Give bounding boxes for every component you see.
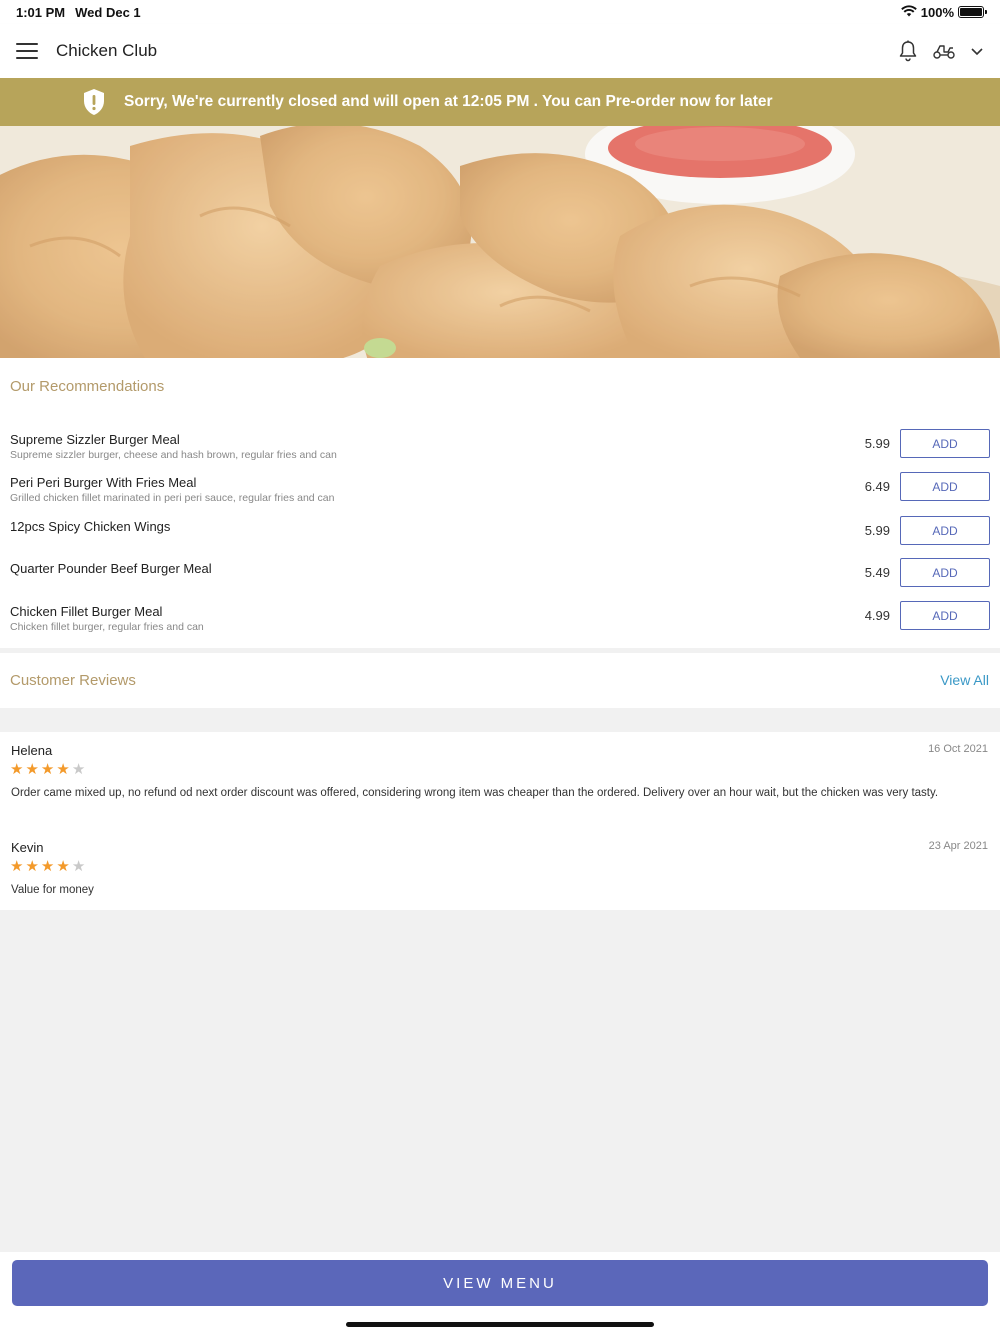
item-name: 12pcs Spicy Chicken Wings	[10, 519, 171, 534]
item-description: Chicken fillet burger, regular fries and…	[10, 621, 204, 633]
reviews-list: Helena 16 Oct 2021 ★ ★ ★ ★ ★ Order came …	[0, 732, 1000, 910]
reviewer-name: Kevin	[11, 840, 44, 855]
item-price: 5.99	[864, 523, 890, 538]
wifi-icon	[900, 4, 917, 20]
reviewer-name: Helena	[11, 743, 53, 758]
scooter-icon[interactable]	[932, 42, 956, 60]
item-name: Peri Peri Burger With Fries Meal	[10, 475, 197, 490]
app-bar: Chicken Club	[0, 24, 1000, 78]
recommendation-item: Supreme Sizzler Burger Meal Supreme sizz…	[0, 429, 1000, 471]
closed-banner: Sorry, We're currently closed and will o…	[0, 78, 1000, 126]
review-date: 23 Apr 2021	[928, 840, 988, 852]
bottom-bar: VIEW MENU	[0, 1252, 1000, 1334]
reviews-title: Customer Reviews	[10, 672, 136, 689]
battery-icon	[958, 6, 987, 18]
shield-alert-icon	[82, 88, 106, 116]
star-empty-icon: ★	[71, 858, 86, 875]
hero-image	[0, 126, 1000, 358]
recommendation-item: 12pcs Spicy Chicken Wings 5.99 ADD	[0, 516, 1000, 558]
header-actions	[898, 40, 984, 62]
item-name: Chicken Fillet Burger Meal	[10, 604, 163, 619]
bell-icon[interactable]	[898, 40, 918, 62]
home-indicator	[346, 1322, 654, 1327]
star-filled-icon: ★	[40, 858, 55, 875]
recommendations-section: Our Recommendations Supreme Sizzler Burg…	[0, 358, 1000, 648]
recommendation-item: Quarter Pounder Beef Burger Meal 5.49 AD…	[0, 558, 1000, 600]
star-filled-icon: ★	[10, 761, 24, 778]
battery-percent: 100%	[920, 4, 954, 20]
status-bar: 1:01 PM Wed Dec 1 100%	[0, 0, 1000, 24]
add-button[interactable]: ADD	[900, 516, 990, 545]
status-time: 1:01 PM	[16, 4, 66, 20]
item-price: 5.49	[864, 565, 890, 580]
recommendation-item: Peri Peri Burger With Fries Meal Grilled…	[0, 472, 1000, 514]
review-text: Order came mixed up, no refund od next o…	[11, 787, 939, 799]
closed-banner-text: Sorry, We're currently closed and will o…	[124, 93, 773, 110]
star-filled-icon: ★	[25, 858, 39, 875]
star-filled-icon: ★	[40, 761, 55, 778]
star-rating: ★ ★ ★ ★ ★	[10, 859, 85, 874]
recommendations-title: Our Recommendations	[10, 378, 165, 395]
item-price: 5.99	[864, 436, 890, 451]
add-button[interactable]: ADD	[900, 429, 990, 458]
review-date: 16 Oct 2021	[928, 743, 988, 755]
add-button[interactable]: ADD	[900, 472, 990, 501]
status-right: 100%	[900, 4, 987, 20]
star-filled-icon: ★	[10, 858, 24, 875]
recommendation-item: Chicken Fillet Burger Meal Chicken fille…	[0, 601, 1000, 643]
item-description: Grilled chicken fillet marinated in peri…	[10, 492, 335, 504]
star-filled-icon: ★	[56, 858, 70, 875]
item-name: Quarter Pounder Beef Burger Meal	[10, 561, 212, 576]
status-date: Wed Dec 1	[75, 4, 141, 20]
star-rating: ★ ★ ★ ★ ★	[10, 762, 85, 777]
star-filled-icon: ★	[56, 761, 70, 778]
add-button[interactable]: ADD	[900, 601, 990, 630]
view-all-link[interactable]: View All	[940, 672, 989, 688]
item-name: Supreme Sizzler Burger Meal	[10, 432, 180, 447]
menu-icon[interactable]	[16, 43, 38, 59]
review-text: Value for money	[11, 884, 94, 896]
star-filled-icon: ★	[25, 761, 39, 778]
add-button[interactable]: ADD	[900, 558, 990, 587]
page-title: Chicken Club	[56, 41, 158, 60]
item-description: Supreme sizzler burger, cheese and hash …	[10, 449, 337, 461]
view-menu-button[interactable]: VIEW MENU	[12, 1260, 988, 1306]
star-empty-icon: ★	[71, 761, 86, 778]
item-price: 4.99	[864, 608, 890, 623]
chevron-down-icon[interactable]	[970, 46, 984, 56]
reviews-header: Customer Reviews View All	[0, 653, 1000, 708]
item-price: 6.49	[864, 479, 890, 494]
